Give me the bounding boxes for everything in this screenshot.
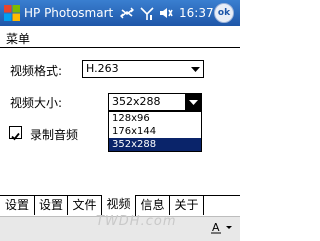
video-format-value: H.263 [86,62,119,75]
section-header: 菜单 [6,32,31,46]
chevron-down-icon[interactable] [187,61,203,77]
keyboard-icon[interactable]: A [202,218,236,237]
record-audio-label: 录制音频 [30,128,79,142]
video-size-value: 352x288 [112,95,161,108]
volume-icon[interactable] [157,3,175,23]
tab-settings-1[interactable]: 设置 [0,196,35,215]
windows-start-icon[interactable] [3,4,21,22]
dropdown-option[interactable]: 128x96 [109,112,201,125]
title-bar: HP Photosmart 16:37 ok [0,0,240,26]
svg-text:A: A [212,221,220,234]
ok-button[interactable]: ok [214,3,234,23]
record-audio-checkbox[interactable] [9,126,22,141]
signal-icon[interactable] [138,3,156,23]
tab-video[interactable]: 视频 [102,195,136,216]
clock[interactable]: 16:37 [179,5,214,21]
watermark: TWDH.com [96,214,177,229]
video-size-combobox[interactable]: 352x288 [108,93,202,111]
video-format-combobox[interactable]: H.263 [82,60,204,78]
tab-bar: 设置 设置 文件 视频 信息 关于 [0,195,240,216]
chevron-down-icon[interactable] [185,94,201,110]
tab-info[interactable]: 信息 [136,196,170,215]
tab-settings-2[interactable]: 设置 [35,196,68,215]
tab-files[interactable]: 文件 [68,196,102,215]
checkmark-icon [11,132,20,141]
video-format-label: 视频格式: [10,64,63,78]
video-size-dropdown-list: 128x96 176x144 352x288 [108,111,202,152]
video-size-label: 视频大小: [10,96,63,110]
section-divider [0,47,240,48]
app-title: HP Photosmart [24,6,114,20]
dropdown-option-selected[interactable]: 352x288 [109,138,201,151]
tab-about[interactable]: 关于 [170,196,204,215]
connectivity-icon[interactable] [118,3,136,23]
dropdown-option[interactable]: 176x144 [109,125,201,138]
